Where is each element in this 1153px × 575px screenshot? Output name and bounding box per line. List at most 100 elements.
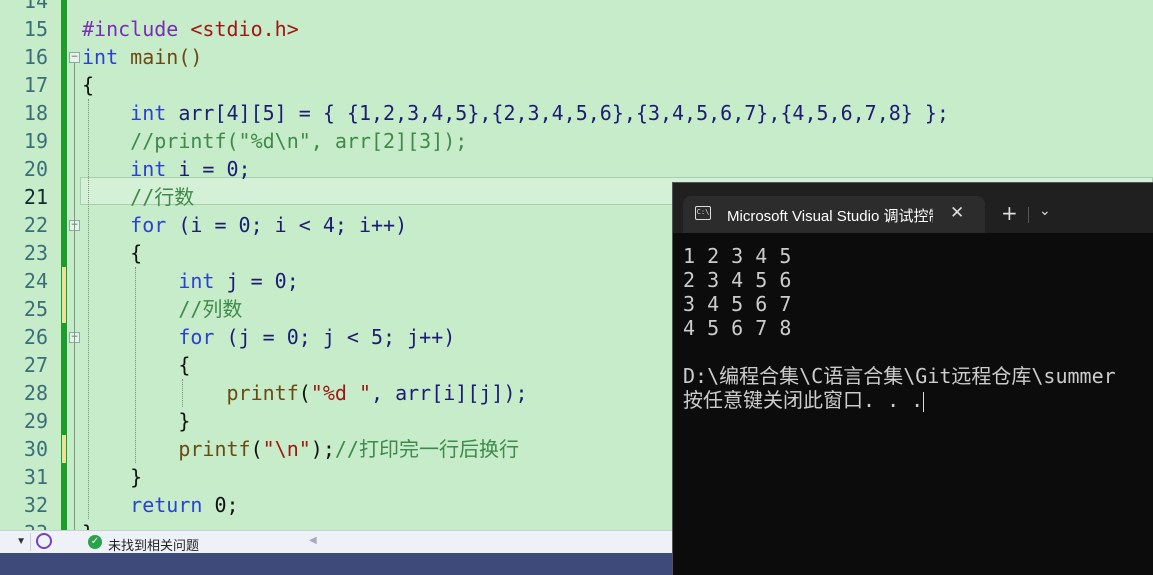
- code-token: (i = 0; i < 4; i++): [166, 213, 408, 237]
- code-line[interactable]: {: [82, 239, 142, 267]
- console-output-line: 3 4 5 6 7: [683, 292, 792, 316]
- code-token: {: [82, 241, 143, 265]
- code-line[interactable]: int arr[4][5] = { {1,2,3,4,5},{2,3,4,5,6…: [82, 99, 949, 127]
- code-token: i = 0;: [166, 157, 251, 181]
- code-token: "%d ": [310, 381, 372, 405]
- line-number: 33: [0, 519, 48, 530]
- chevron-down-icon[interactable]: ⌄: [1039, 203, 1051, 219]
- console-output-line: 按任意键关闭此窗口. . .: [683, 388, 925, 412]
- code-line[interactable]: }: [82, 407, 190, 435]
- console-tabbar: C:\ Microsoft Visual Studio 调试控制台 ✕ + ⌄: [673, 183, 1153, 233]
- code-token: //列数: [82, 297, 243, 321]
- code-line[interactable]: #include <stdio.h>: [82, 15, 299, 43]
- fold-line: [74, 343, 75, 421]
- indent-guide: [182, 379, 183, 407]
- scroll-left-icon[interactable]: ◀: [309, 535, 317, 546]
- line-number: 17: [23, 73, 48, 97]
- code-line[interactable]: int i = 0;: [82, 155, 251, 183]
- chevron-down-icon: ▼: [16, 536, 26, 547]
- code-token: int: [130, 157, 167, 181]
- line-number: 21: [23, 185, 48, 209]
- line-number: 32: [23, 493, 48, 517]
- code-token: {: [82, 73, 95, 97]
- check-circle-icon: ✓: [88, 535, 102, 549]
- code-token: //打印完一行后换行: [334, 437, 519, 461]
- line-number: 29: [23, 409, 48, 433]
- code-token: 0;: [202, 493, 239, 517]
- code-token: //printf("%d\n", arr[2][3]);: [82, 129, 468, 153]
- line-number: 28: [23, 381, 48, 405]
- code-token: "\n": [262, 437, 311, 461]
- code-line[interactable]: int main(): [82, 43, 202, 71]
- code-token: , arr[i][j]);: [371, 381, 528, 405]
- console-output-line: 1 2 3 4 5: [683, 244, 792, 268]
- unsaved-change-marker: [62, 435, 66, 463]
- code-token: j = 0;: [214, 269, 299, 293]
- indent-guide: [135, 267, 136, 463]
- taskbar-strip: [0, 553, 672, 575]
- code-token: printf: [178, 437, 251, 461]
- console-tab[interactable]: C:\ Microsoft Visual Studio 调试控制台 ✕: [683, 196, 985, 233]
- code-token: (: [298, 381, 311, 405]
- issues-status-text[interactable]: 未找到相关问题: [108, 535, 199, 554]
- code-line[interactable]: int j = 0;: [82, 267, 299, 295]
- editor-statusbar: ▼ ✓ 未找到相关问题 ◀: [0, 530, 672, 554]
- collapse-region-icon[interactable]: −: [69, 52, 80, 63]
- line-number: 30: [23, 437, 48, 461]
- code-line[interactable]: //列数: [82, 295, 242, 323]
- code-line[interactable]: return 0;: [82, 491, 239, 519]
- code-line[interactable]: for (i = 0; i < 4; i++): [82, 211, 407, 239]
- code-token: {: [82, 353, 191, 377]
- line-number: 24: [23, 269, 48, 293]
- line-number: 25: [23, 297, 48, 321]
- new-tab-button[interactable]: +: [1001, 201, 1018, 225]
- code-line[interactable]: }: [82, 519, 94, 530]
- line-number: 26: [23, 325, 48, 349]
- code-token: #include: [82, 17, 191, 41]
- console-output-line: D:\编程合集\C语言合集\Git远程仓库\summer: [683, 364, 1116, 388]
- terminal-icon: C:\: [695, 206, 711, 220]
- code-line[interactable]: printf("\n");//打印完一行后换行: [82, 435, 519, 463]
- code-line[interactable]: {: [82, 351, 190, 379]
- line-number: 14: [23, 0, 48, 13]
- code-token: printf: [226, 381, 299, 405]
- zoom-dropdown[interactable]: ▼: [0, 533, 31, 551]
- line-number: 23: [23, 241, 48, 265]
- code-line[interactable]: for (j = 0; j < 5; j++): [82, 323, 455, 351]
- tab-separator: [1028, 207, 1029, 223]
- line-number: 18: [23, 101, 48, 125]
- copilot-icon[interactable]: [36, 533, 52, 549]
- unsaved-change-marker: [62, 295, 66, 323]
- code-token: int: [130, 101, 167, 125]
- code-token: return: [130, 493, 203, 517]
- code-line[interactable]: printf("%d ", arr[i][j]);: [82, 379, 528, 407]
- line-number: 22: [23, 213, 48, 237]
- code-token: arr[4][5] = { {1,2,3,4,5},{2,3,4,5,6},{3…: [166, 101, 949, 125]
- line-number: 16: [23, 45, 48, 69]
- code-line[interactable]: //行数: [82, 183, 194, 211]
- unsaved-change-marker: [62, 267, 66, 295]
- line-number: 31: [23, 465, 48, 489]
- code-token: (: [250, 437, 263, 461]
- code-token: }: [82, 521, 94, 530]
- close-icon[interactable]: ✕: [950, 203, 964, 223]
- code-line[interactable]: //printf("%d\n", arr[2][3]);: [82, 127, 467, 155]
- line-number: 20: [23, 157, 48, 181]
- console-tab-title: Microsoft Visual Studio 调试控制台: [727, 208, 933, 225]
- code-line[interactable]: {: [82, 71, 94, 99]
- console-output-line: 4 5 6 7 8: [683, 316, 792, 340]
- code-token: (j = 0; j < 5; j++): [214, 325, 456, 349]
- code-token: //行数: [82, 185, 195, 209]
- code-line[interactable]: }: [82, 463, 142, 491]
- indent-guide: [88, 99, 89, 519]
- debug-console-window[interactable]: C:\ Microsoft Visual Studio 调试控制台 ✕ + ⌄ …: [672, 182, 1153, 575]
- code-token: int: [178, 269, 215, 293]
